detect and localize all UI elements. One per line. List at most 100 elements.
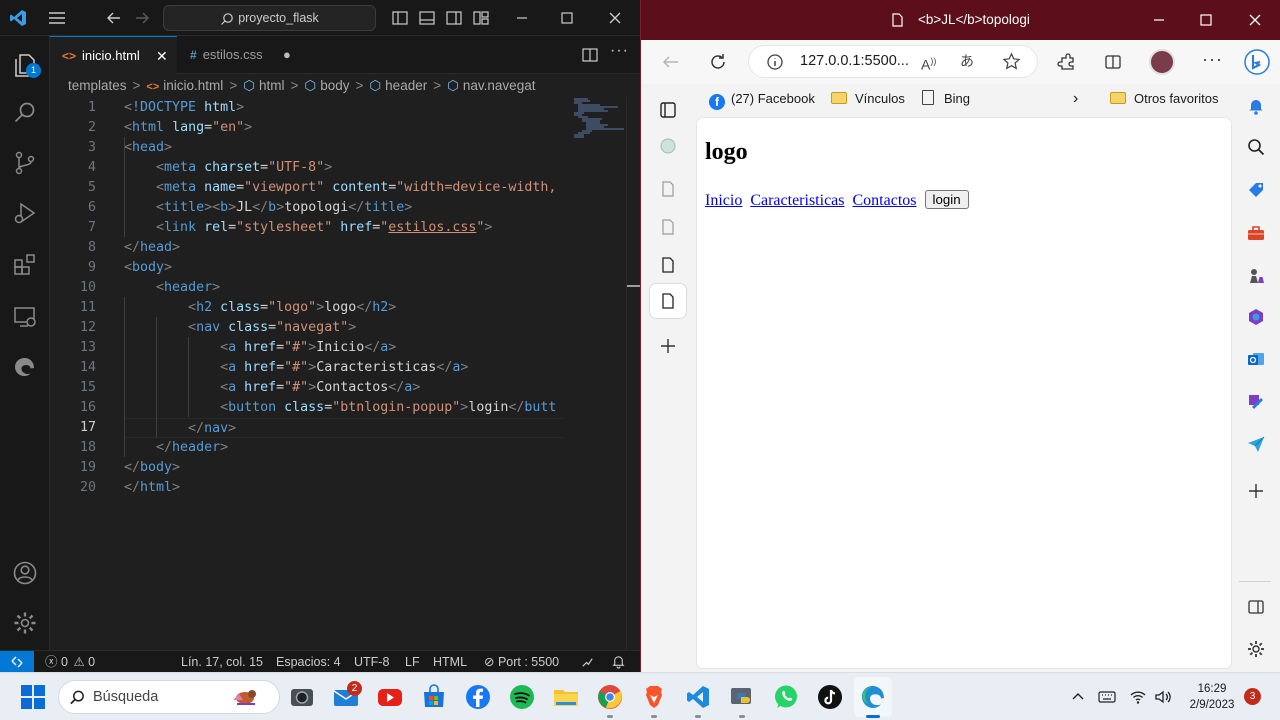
games-chess-icon[interactable] <box>1246 266 1266 286</box>
notifications-bell-icon[interactable] <box>611 654 626 669</box>
extensions-icon[interactable] <box>1057 52 1077 72</box>
code-line[interactable]: <html lang="en"> <box>124 118 564 138</box>
add-sidebar-app-plus-icon[interactable] <box>1246 481 1266 501</box>
edge-devtools-icon[interactable] <box>12 354 38 380</box>
code-line[interactable]: <title><b>JL</b>topologi</title> <box>124 198 564 218</box>
breadcrumb-file[interactable]: inicio.html <box>163 78 223 93</box>
new-tab-plus-icon[interactable] <box>658 336 678 356</box>
refresh-icon[interactable] <box>708 52 728 72</box>
microsoft-store-icon[interactable] <box>420 683 448 711</box>
microsoft-365-icon[interactable] <box>1246 307 1266 327</box>
breadcrumb-html[interactable]: html <box>259 78 285 93</box>
minimize-icon[interactable] <box>512 8 532 28</box>
back-arrow-icon[interactable] <box>104 8 124 28</box>
volume-icon[interactable] <box>1154 688 1172 706</box>
nav-link-inicio[interactable]: Inicio <box>705 192 742 209</box>
back-arrow-icon[interactable] <box>661 52 681 72</box>
tiktok-icon[interactable] <box>816 683 844 711</box>
favorite-otros[interactable]: Otros favoritos <box>1110 84 1219 114</box>
chrome-icon[interactable] <box>596 683 624 711</box>
taskbar-search[interactable]: Búsqueda <box>58 680 280 714</box>
file-explorer-icon[interactable] <box>552 683 580 711</box>
close-window-icon[interactable] <box>605 8 625 28</box>
profile-avatar[interactable] <box>1149 49 1175 75</box>
code-line[interactable]: <a href="#">Caracteristicas</a> <box>124 358 564 378</box>
maximize-icon[interactable] <box>1198 12 1214 28</box>
encoding-status[interactable]: UTF-8 <box>354 651 389 673</box>
sidebar-settings-gear-icon[interactable] <box>1246 639 1266 659</box>
settings-gear-icon[interactable] <box>12 610 38 636</box>
code-line[interactable]: <meta name="viewport" content="width=dev… <box>124 178 564 198</box>
tab-page-icon[interactable] <box>658 255 678 275</box>
code-line[interactable]: <head> <box>124 138 564 158</box>
whatsapp-icon[interactable] <box>772 683 800 711</box>
close-window-icon[interactable] <box>1247 12 1263 28</box>
breadcrumb-header[interactable]: header <box>385 78 427 93</box>
vertical-scrollbar[interactable] <box>626 97 640 650</box>
site-info-icon[interactable] <box>766 53 784 71</box>
feedback-icon[interactable] <box>580 654 595 669</box>
extensions-icon[interactable] <box>12 252 38 278</box>
live-server-port[interactable]: ⊘ Port : 5500 <box>484 651 559 673</box>
favorite-star-icon[interactable] <box>1002 52 1021 71</box>
tools-toolbox-icon[interactable] <box>1246 223 1266 243</box>
code-line[interactable]: <nav class="navegat"> <box>124 318 564 338</box>
cursor-position[interactable]: Lín. 17, col. 15 <box>181 651 263 673</box>
toggle-secondary-sidebar-icon[interactable] <box>444 8 464 28</box>
code-line[interactable]: <!DOCTYPE html> <box>124 98 564 118</box>
forward-arrow-icon[interactable] <box>132 8 152 28</box>
code-line[interactable]: <a href="#">Inicio</a> <box>124 338 564 358</box>
nav-link-caracteristicas[interactable]: Caracteristicas <box>750 192 844 209</box>
edge-taskbar-icon[interactable] <box>859 683 887 711</box>
tab-estilos-css[interactable]: # estilos.css ● <box>178 36 302 74</box>
language-mode[interactable]: HTML <box>433 651 467 673</box>
customize-layout-icon[interactable] <box>471 8 491 28</box>
toggle-panel-icon[interactable] <box>417 8 437 28</box>
breadcrumb-body[interactable]: body <box>320 78 349 93</box>
breadcrumb-folder[interactable]: templates <box>68 78 127 93</box>
bing-copilot-icon[interactable] <box>1243 48 1271 76</box>
search-icon[interactable] <box>1246 137 1266 157</box>
accounts-icon[interactable] <box>12 560 38 586</box>
spotify-icon[interactable] <box>508 683 536 711</box>
code-line[interactable]: <header> <box>124 278 564 298</box>
tab-favicon-icon[interactable] <box>658 136 678 156</box>
minimap[interactable] <box>564 97 626 650</box>
drop-designer-icon[interactable] <box>1246 392 1266 412</box>
show-hidden-icons-chevron-icon[interactable] <box>1070 689 1086 705</box>
facebook-icon[interactable] <box>464 683 492 711</box>
code-line[interactable]: </html> <box>124 478 564 498</box>
python-idle-icon[interactable] <box>728 683 756 711</box>
code-editor[interactable]: 1 2 3 4 5 6 7 8 9 10 11 12 13 14 15 16 17 18 19 20 <!DOCTYP… <box>50 97 640 650</box>
vscode-taskbar-icon[interactable] <box>684 683 712 711</box>
eol-status[interactable]: LF <box>405 651 420 673</box>
close-tab-icon[interactable]: ✕ <box>156 37 168 75</box>
code-line[interactable]: <button class="btnlogin-popup">login</bu… <box>124 398 564 418</box>
code-line[interactable]: </body> <box>124 458 564 478</box>
tab-inicio-html[interactable]: <> inicio.html ✕ <box>50 36 177 74</box>
active-tab[interactable] <box>650 284 686 318</box>
split-screen-icon[interactable] <box>1103 52 1123 72</box>
indentation-status[interactable]: Espacios: 4 <box>276 651 341 673</box>
read-aloud-icon[interactable]: A)) <box>921 46 936 81</box>
code-line[interactable]: <body> <box>124 258 564 278</box>
youtube-icon[interactable] <box>376 683 404 711</box>
favorite-facebook[interactable]: f (27) Facebook <box>709 84 815 114</box>
favorite-bing[interactable]: Bing <box>922 84 970 114</box>
split-editor-icon[interactable] <box>580 45 600 65</box>
code-line[interactable]: </nav> <box>124 418 564 438</box>
more-favorites-chevron-icon[interactable]: › <box>1073 84 1078 114</box>
system-clock[interactable]: 16:29 2/9/2023 <box>1184 681 1240 713</box>
menu-icon[interactable] <box>47 8 67 28</box>
maximize-icon[interactable] <box>557 8 577 28</box>
toggle-sidebar-icon[interactable] <box>390 8 410 28</box>
run-debug-icon[interactable] <box>12 200 38 226</box>
settings-more-icon[interactable]: ··· <box>1202 49 1223 70</box>
camera-app-icon[interactable] <box>288 683 316 711</box>
tab-page-icon[interactable] <box>658 217 678 237</box>
windows-start-icon[interactable] <box>20 684 46 710</box>
hide-sidebar-icon[interactable] <box>1246 597 1266 617</box>
source-control-icon[interactable] <box>12 150 38 176</box>
nav-link-contactos[interactable]: Contactos <box>853 192 917 209</box>
more-actions-icon[interactable]: ··· <box>610 42 629 60</box>
